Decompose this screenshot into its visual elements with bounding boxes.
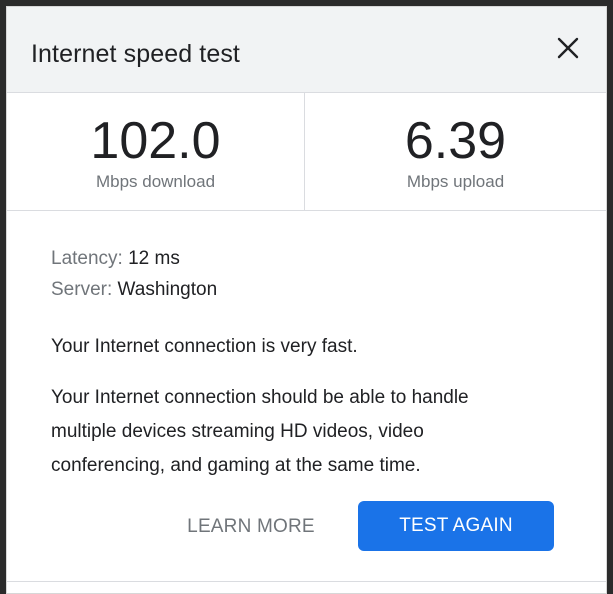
server-value: Washington (117, 279, 218, 300)
background: Internet speed test 102.0 Mbps download … (0, 0, 613, 594)
close-icon[interactable] (554, 34, 582, 62)
download-speed-value: 102.0 (90, 112, 221, 170)
test-again-button[interactable]: TEST AGAIN (358, 501, 554, 551)
dialog-header: Internet speed test (7, 7, 606, 93)
dialog-title: Internet speed test (31, 40, 240, 68)
connection-summary: Your Internet connection is very fast. (51, 336, 358, 357)
server-row: Server: Washington (51, 274, 571, 305)
upload-speed-value: 6.39 (404, 112, 507, 170)
latency-value: 12 ms (128, 248, 180, 269)
latency-row: Latency: 12 ms (51, 243, 571, 274)
download-speed-unit: Mbps download (95, 172, 216, 191)
learn-more-button[interactable]: LEARN MORE (171, 502, 331, 552)
speed-test-dialog: Internet speed test 102.0 Mbps download … (6, 6, 607, 594)
connection-description: Your Internet connection should be able … (51, 387, 469, 476)
download-result: 102.0 Mbps download (7, 93, 305, 211)
upload-speed-unit: Mbps upload (406, 172, 505, 191)
latency-label: Latency: (51, 248, 129, 269)
divider (7, 581, 606, 582)
server-label: Server: (51, 279, 118, 300)
results-panel: 102.0 Mbps download 6.39 Mbps upload (7, 93, 606, 211)
upload-result: 6.39 Mbps upload (305, 93, 606, 211)
details-section: Latency: 12 ms Server: Washington Your I… (51, 243, 571, 483)
